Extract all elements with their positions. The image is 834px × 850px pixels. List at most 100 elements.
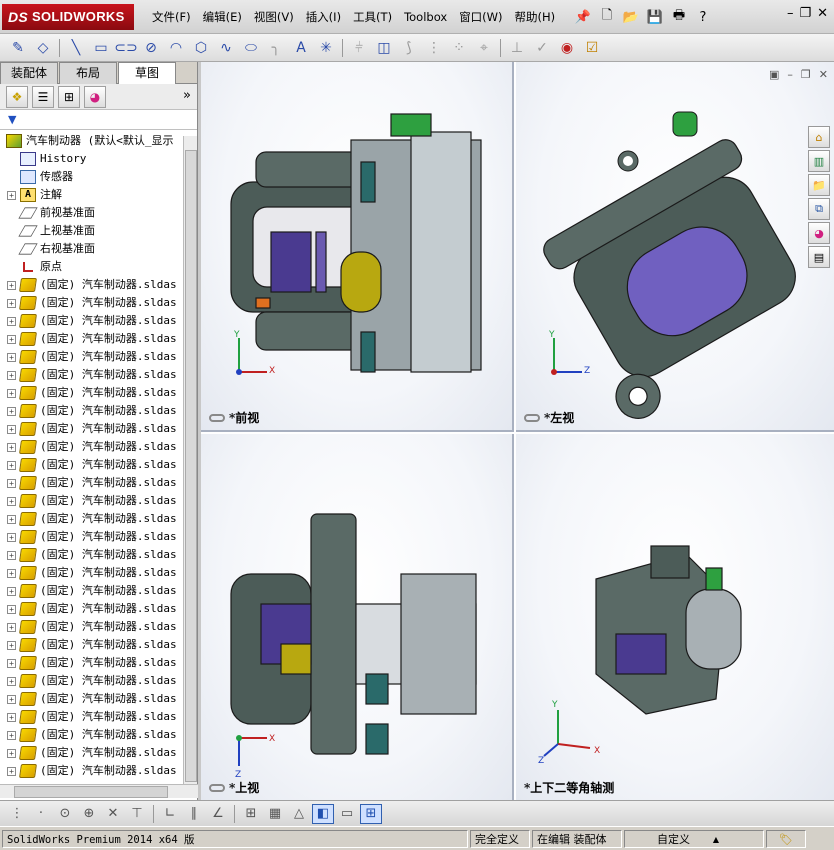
tree-component-row[interactable]: + (固定) 汽车制动器.sldas — [0, 402, 182, 420]
tree-component-row[interactable]: + (固定) 汽车制动器.sldas — [0, 276, 182, 294]
save-icon[interactable]: 💾 — [644, 6, 666, 28]
design-library-icon[interactable]: ▥ — [808, 150, 830, 172]
expand-toggle[interactable]: + — [7, 586, 16, 596]
arc-icon[interactable]: ◠ — [164, 37, 188, 59]
slot-icon[interactable]: ⊂⊃ — [114, 37, 138, 59]
ruler-icon[interactable]: ▦ — [264, 804, 286, 824]
parallel-snap-icon[interactable]: ∥ — [183, 804, 205, 824]
expand-toggle[interactable]: + — [7, 622, 16, 632]
expand-toggle[interactable]: + — [7, 640, 16, 650]
tree-item[interactable]: History — [0, 150, 182, 168]
single-viewport-icon[interactable]: ▭ — [336, 804, 358, 824]
expand-toggle[interactable]: + — [7, 550, 16, 560]
graphics-area[interactable]: 🔍 🔎 ↶ ▤ ◧ ▣ 👁 ◕ ▩ ▦ — [201, 62, 834, 800]
convert-entities-icon[interactable]: ◫ — [372, 37, 396, 59]
minimize-icon[interactable]: – — [787, 6, 794, 21]
viewport-isometric[interactable]: Y X Z *上下二等角轴测 — [516, 434, 834, 800]
four-viewport-icon[interactable]: ⊞ — [360, 803, 382, 824]
expand-toggle[interactable]: + — [7, 766, 16, 776]
tree-component-row[interactable]: + (固定) 汽车制动器.sldas — [0, 384, 182, 402]
tree-component-row[interactable]: + (固定) 汽车制动器.sldas — [0, 420, 182, 438]
tree-component-row[interactable]: + (固定) 汽车制动器.sldas — [0, 744, 182, 762]
expand-toggle[interactable]: + — [7, 748, 16, 758]
tree-component-row[interactable]: + (固定) 汽车制动器.sldas — [0, 312, 182, 330]
expand-toggle[interactable]: + — [7, 370, 16, 380]
tree-component-row[interactable]: + (固定) 汽车制动器.sldas — [0, 474, 182, 492]
tree-component-row[interactable]: + (固定) 汽车制动器.sldas — [0, 294, 182, 312]
relations-icon[interactable]: ⊥ — [505, 37, 529, 59]
expand-toggle[interactable]: + — [7, 676, 16, 686]
rebuild-tag-icon[interactable]: 🏷 — [766, 829, 806, 848]
help-icon[interactable]: ? — [692, 6, 714, 28]
menu-view[interactable]: 视图(V) — [248, 0, 300, 34]
tree-component-row[interactable]: + (固定) 汽车制动器.sldas — [0, 438, 182, 456]
tree-component-row[interactable]: + (固定) 汽车制动器.sldas — [0, 618, 182, 636]
intersection-snap-icon[interactable]: ✕ — [102, 804, 124, 824]
tree-component-row[interactable]: + (固定) 汽车制动器.sldas — [0, 564, 182, 582]
display-manager-icon[interactable]: ◕ — [84, 85, 106, 108]
tree-component-row[interactable]: + (固定) 汽车制动器.sldas — [0, 690, 182, 708]
tree-component-row[interactable]: + (固定) 汽车制动器.sldas — [0, 654, 182, 672]
expand-toggle[interactable]: + — [7, 406, 16, 416]
tree-horizontal-scrollbar[interactable] — [0, 784, 198, 798]
menu-window[interactable]: 窗口(W) — [453, 0, 508, 34]
expand-toggle[interactable]: + — [7, 388, 16, 398]
tree-component-row[interactable]: + (固定) 汽车制动器.sldas — [0, 546, 182, 564]
configuration-manager-icon[interactable]: ⊞ — [58, 85, 80, 108]
repair-sketch-icon[interactable]: ✓ — [530, 37, 554, 59]
expand-toggle[interactable]: + — [7, 298, 16, 308]
ellipse-icon[interactable]: ⬭ — [239, 37, 263, 59]
tree-item[interactable]: + A 注解 — [0, 186, 182, 204]
circle-icon[interactable]: ⊘ — [139, 37, 163, 59]
tree-component-row[interactable]: + (固定) 汽车制动器.sldas — [0, 510, 182, 528]
triangle-icon[interactable]: △ — [288, 804, 310, 824]
tree-component-row[interactable]: + (固定) 汽车制动器.sldas — [0, 348, 182, 366]
property-manager-icon[interactable]: ☰ — [32, 85, 54, 108]
offset-icon[interactable]: ⟆ — [397, 37, 421, 59]
line-icon[interactable]: ╲ — [64, 37, 88, 59]
tree-component-row[interactable]: + (固定) 汽车制动器.sldas — [0, 672, 182, 690]
expand-toggle[interactable]: + — [7, 424, 16, 434]
expand-toggle[interactable]: + — [7, 478, 16, 488]
tree-component-row[interactable]: + (固定) 汽车制动器.sldas — [0, 528, 182, 546]
quick-snaps-icon[interactable]: ◉ — [555, 37, 579, 59]
move-entities-icon[interactable]: ⌖ — [472, 37, 496, 59]
point-snap-icon[interactable]: · — [30, 804, 52, 824]
menu-file[interactable]: 文件(F) — [146, 0, 197, 34]
tree-component-row[interactable]: + (固定) 汽车制动器.sldas — [0, 762, 182, 780]
tree-component-row[interactable]: + (固定) 汽车制动器.sldas — [0, 582, 182, 600]
filter-icon[interactable]: ▼ — [8, 113, 16, 126]
perpendicular-snap-icon[interactable]: ∟ — [159, 804, 181, 824]
trim-icon[interactable]: ⫩ — [347, 37, 371, 59]
text-icon[interactable]: A — [289, 37, 313, 59]
expand-toggle[interactable]: + — [7, 280, 16, 290]
scrollbar-thumb[interactable] — [14, 786, 168, 798]
link-views-icon[interactable] — [209, 783, 225, 792]
new-document-icon[interactable]: 🗋 — [596, 6, 618, 28]
pin-icon[interactable]: 📌 — [572, 6, 594, 28]
close-icon[interactable]: ✕ — [817, 6, 828, 21]
shaded-icon[interactable]: ◧ — [312, 803, 334, 824]
tab-assembly[interactable]: 装配体 — [0, 62, 58, 84]
tree-component-row[interactable]: + (固定) 汽车制动器.sldas — [0, 366, 182, 384]
file-explorer-icon[interactable]: 📁 — [808, 174, 830, 196]
tree-component-row[interactable]: + (固定) 汽车制动器.sldas — [0, 600, 182, 618]
units-selector[interactable]: 自定义 ▲ — [624, 829, 764, 848]
midpoint-snap-icon[interactable]: ⊕ — [78, 804, 100, 824]
tab-sketch[interactable]: 草图 — [118, 62, 176, 84]
menu-insert[interactable]: 插入(I) — [300, 0, 347, 34]
custom-properties-icon[interactable]: ▤ — [808, 246, 830, 268]
menu-edit[interactable]: 编辑(E) — [197, 0, 248, 34]
center-snap-icon[interactable]: ⊙ — [54, 804, 76, 824]
sketch-icon[interactable]: ✎ — [6, 37, 30, 59]
viewport-left[interactable]: ▣ – ❐ ✕ Y Z *左视 — [516, 62, 834, 432]
link-views-icon[interactable] — [524, 413, 540, 422]
linear-pattern-icon[interactable]: ⁘ — [447, 37, 471, 59]
tree-component-row[interactable]: + (固定) 汽车制动器.sldas — [0, 726, 182, 744]
expand-toggle[interactable]: + — [7, 334, 16, 344]
polygon-icon[interactable]: ⬡ — [189, 37, 213, 59]
expand-toggle[interactable]: + — [7, 532, 16, 542]
expand-toggle[interactable]: + — [7, 190, 16, 200]
rectangle-icon[interactable]: ▭ — [89, 37, 113, 59]
tab-layout[interactable]: 布局 — [59, 62, 117, 84]
